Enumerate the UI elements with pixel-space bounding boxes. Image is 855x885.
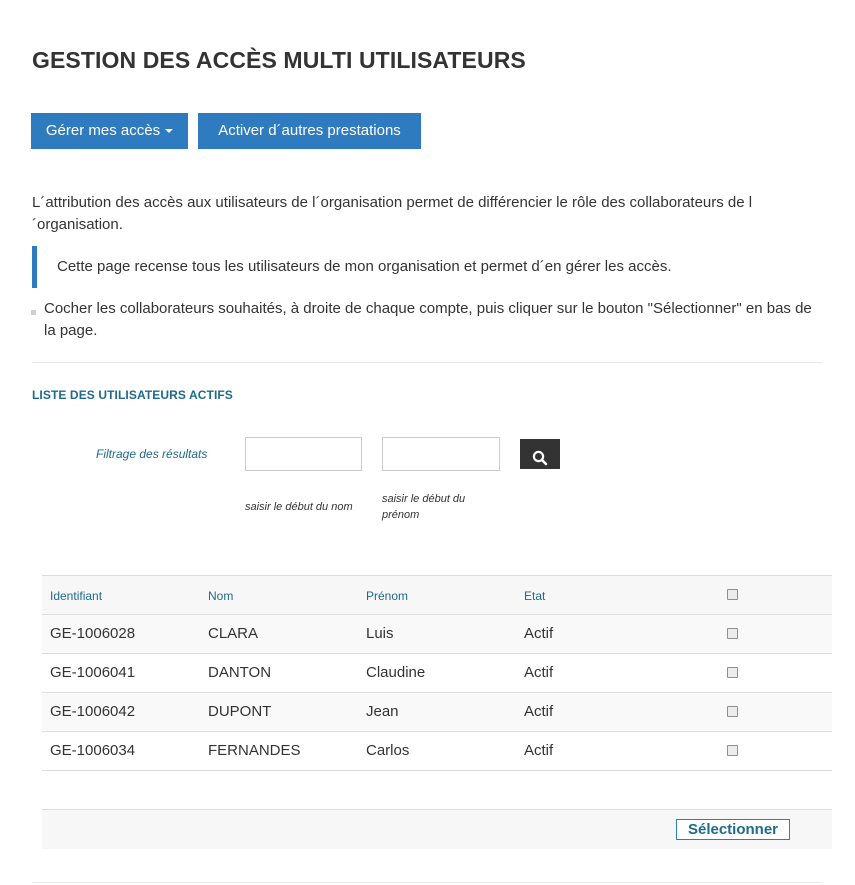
row-etat: Actif <box>524 625 554 642</box>
select-button[interactable]: Sélectionner <box>676 819 790 840</box>
table-header-row: Identifiant Nom Prénom Etat <box>42 576 832 615</box>
activate-services-button[interactable]: Activer d´autres prestations <box>198 113 421 149</box>
manage-access-dropdown-button[interactable]: Gérer mes accès <box>31 113 188 149</box>
row-prenom: Luis <box>366 625 394 642</box>
section-divider <box>32 362 822 363</box>
manage-access-label: Gérer mes accès <box>45 122 161 139</box>
search-icon <box>532 450 548 465</box>
firstname-filter-input[interactable] <box>382 437 500 471</box>
users-table: Identifiant Nom Prénom Etat GE-1006028 C… <box>42 575 832 771</box>
caret-down-icon <box>165 129 174 134</box>
table-row: GE-1006028 CLARA Luis Actif <box>42 615 832 654</box>
name-filter-hint: saisir le début du nom <box>245 501 353 513</box>
row-etat: Actif <box>524 703 554 720</box>
page-title: GESTION DES ACCÈS MULTI UTILISATEURS <box>32 47 526 73</box>
search-button[interactable] <box>520 439 560 469</box>
row-identifiant: GE-1006041 <box>50 664 136 681</box>
row-nom: FERNANDES <box>208 742 301 759</box>
row-select-checkbox[interactable] <box>727 706 738 717</box>
row-nom: DUPONT <box>208 703 272 720</box>
table-row: GE-1006034 FERNANDES Carlos Actif <box>42 732 832 771</box>
row-prenom: Claudine <box>366 664 426 681</box>
intro-paragraph: L´attribution des accès aux utilisateurs… <box>32 194 753 233</box>
header-etat[interactable]: Etat <box>524 576 545 614</box>
filter-label: Filtrage des résultats <box>96 447 208 461</box>
row-prenom: Jean <box>366 703 399 720</box>
row-select-checkbox[interactable] <box>727 667 738 678</box>
firstname-filter-hint: saisir le début du prénom <box>382 493 466 521</box>
page-bottom-divider <box>32 882 822 883</box>
header-prenom[interactable]: Prénom <box>366 576 408 614</box>
table-row: GE-1006042 DUPONT Jean Actif <box>42 693 832 732</box>
row-etat: Actif <box>524 742 554 759</box>
table-footer: Sélectionner <box>42 809 832 849</box>
row-prenom: Carlos <box>366 742 410 759</box>
row-etat: Actif <box>524 664 554 681</box>
name-filter-input[interactable] <box>245 437 362 471</box>
table-row: GE-1006041 DANTON Claudine Actif <box>42 654 832 693</box>
row-identifiant: GE-1006042 <box>50 703 136 720</box>
header-identifiant[interactable]: Identifiant <box>50 576 102 614</box>
instruction-text: Cocher les collaborateurs souhaités, à d… <box>44 300 812 339</box>
section-title: LISTE DES UTILISATEURS ACTIFS <box>32 388 233 402</box>
row-select-checkbox[interactable] <box>727 628 738 639</box>
header-nom[interactable]: Nom <box>208 576 233 614</box>
info-blockquote: Cette page recense tous les utilisateurs… <box>32 246 822 288</box>
row-nom: DANTON <box>208 664 272 681</box>
row-identifiant: GE-1006028 <box>50 625 136 642</box>
row-nom: CLARA <box>208 625 259 642</box>
row-identifiant: GE-1006034 <box>50 742 136 759</box>
bullet-icon <box>31 310 36 315</box>
row-select-checkbox[interactable] <box>727 745 738 756</box>
select-all-checkbox[interactable] <box>727 589 738 600</box>
info-blockquote-text: Cette page recense tous les utilisateurs… <box>57 258 672 275</box>
